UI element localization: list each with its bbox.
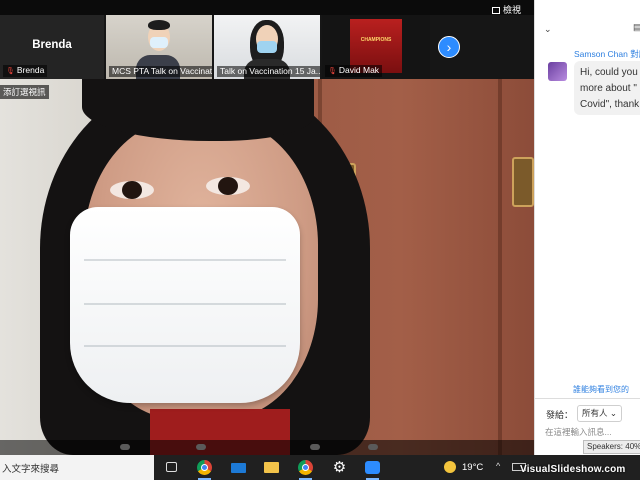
chat-message: Hi, could you more about " Covid", thank <box>574 61 640 115</box>
grid-view-icon <box>492 7 500 14</box>
participant-name: Talk on Vaccination 15 Ja... <box>220 66 320 76</box>
thumbnail-strip: Brenda 🎙 Brenda MCS PTA Talk on Vaccinat.… <box>0 15 534 79</box>
active-speaker-video <box>0 79 534 455</box>
mask-fold <box>84 345 286 347</box>
speakers-tooltip: Speakers: 40% <box>583 440 640 454</box>
chat-visibility-link[interactable]: 誰能夠看到您的 <box>573 384 629 395</box>
chrome-logo <box>298 460 313 475</box>
watermark: VisualSlideshow.com <box>520 464 626 475</box>
toolbar-control[interactable] <box>120 444 130 450</box>
mask-fold <box>84 303 286 305</box>
chat-sender: Samson Chan 對所 <box>574 49 640 59</box>
thumbnail-talk-on-vaccination[interactable]: Talk on Vaccination 15 Ja... <box>214 15 320 79</box>
toolbar-control[interactable] <box>368 444 378 450</box>
participant-name-tag: MCS PTA Talk on Vaccinat... <box>109 66 212 77</box>
avatar <box>548 62 567 81</box>
chat-message-line: Covid", thank <box>580 99 640 110</box>
muted-mic-icon: 🎙 <box>6 68 15 75</box>
wardrobe-seam <box>498 79 502 455</box>
participant-name: MCS PTA Talk on Vaccinat... <box>112 66 212 76</box>
thumbnail-brenda[interactable]: Brenda 🎙 Brenda <box>0 15 104 79</box>
chat-message-line: Hi, could you <box>580 67 638 78</box>
view-button[interactable]: 檢視 <box>492 3 521 16</box>
poster-text: CHAMPIONS <box>360 37 392 43</box>
muted-mic-icon: 🎙 <box>328 68 337 75</box>
participant-name-tag: 🎙 Brenda <box>3 65 48 77</box>
speaker-right-eye <box>206 177 250 195</box>
participant-name: Brenda <box>16 65 45 75</box>
chevron-right-icon: › <box>446 39 452 55</box>
send-to-label: 發給： <box>546 410 574 420</box>
thumbnail-mcs-pta[interactable]: MCS PTA Talk on Vaccinat... <box>106 15 212 79</box>
speaker-face-mask <box>70 207 300 403</box>
search-placeholder: 入文字來搜尋 <box>2 464 60 475</box>
temperature[interactable]: 19°C <box>462 462 483 473</box>
chevron-down-icon[interactable]: ⌄ <box>544 24 552 35</box>
send-to-value: 所有人 <box>582 408 608 418</box>
chat-options-icon[interactable]: ▤ <box>633 22 640 33</box>
chrome-logo <box>197 460 212 475</box>
participant-name-tag: Talk on Vaccination 15 Ja... <box>217 66 320 77</box>
chat-message-line: more about " <box>580 83 637 94</box>
speaker-left-eye <box>110 181 154 199</box>
mask-fold <box>84 259 286 261</box>
chevron-down-icon: ⌄ <box>609 408 618 418</box>
participant-hair <box>148 20 170 30</box>
taskbar-search-box[interactable]: 入文字來搜尋 <box>0 455 154 480</box>
pin-video-label[interactable]: 添訂選視訊 <box>0 85 49 99</box>
file-explorer-icon[interactable] <box>262 458 281 477</box>
participant-mask <box>257 41 277 53</box>
participant-mask <box>150 37 168 48</box>
send-to-select[interactable]: 所有人 ⌄ <box>577 405 623 422</box>
view-label: 檢視 <box>503 5 522 15</box>
wall-plaque <box>512 157 534 207</box>
settings-gear-icon[interactable]: ⚙ <box>330 458 349 477</box>
chevron-up-icon[interactable]: ^ <box>496 461 500 471</box>
divider <box>535 398 640 399</box>
chat-input[interactable]: 在這裡輸入訊息... <box>545 426 637 438</box>
chrome-profile-icon[interactable] <box>296 458 315 480</box>
meeting-toolbar-strip <box>0 440 534 455</box>
weather-sun-icon[interactable] <box>444 461 456 473</box>
thumbnail-david-mak[interactable]: CHAMPIONS 🎙 David Mak <box>322 15 430 79</box>
task-view-icon[interactable] <box>162 458 181 477</box>
participant-name: David Mak <box>338 65 380 75</box>
participant-name-tag: 🎙 David Mak <box>325 65 383 77</box>
mail-icon[interactable] <box>229 458 248 477</box>
zoom-app-icon[interactable] <box>363 458 382 480</box>
chrome-icon[interactable] <box>195 458 214 480</box>
participant-display-name: Brenda <box>32 39 72 51</box>
next-page-button[interactable]: › <box>438 36 460 58</box>
toolbar-control[interactable] <box>310 444 320 450</box>
zoom-meeting-window: Brenda 🎙 Brenda MCS PTA Talk on Vaccinat.… <box>0 0 534 455</box>
chat-panel: ⌄ ▤ Samson Chan 對所 Hi, could you more ab… <box>534 0 640 455</box>
toolbar-control[interactable] <box>196 444 206 450</box>
